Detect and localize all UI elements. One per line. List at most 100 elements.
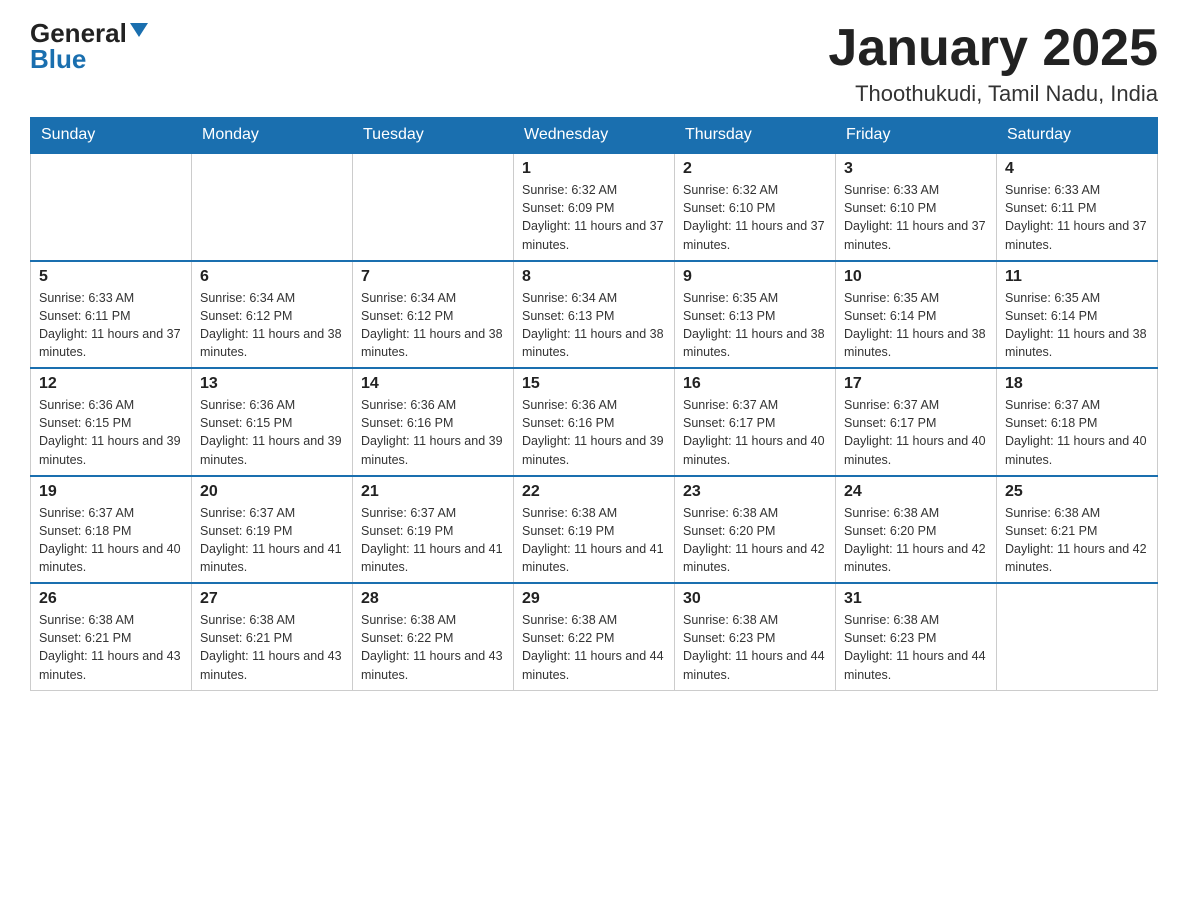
day-info: Sunrise: 6:34 AMSunset: 6:13 PMDaylight:… bbox=[522, 291, 664, 359]
day-number: 29 bbox=[522, 590, 666, 608]
day-number: 11 bbox=[1005, 268, 1149, 286]
day-number: 2 bbox=[683, 160, 827, 178]
title-area: January 2025 Thoothukudi, Tamil Nadu, In… bbox=[828, 20, 1158, 107]
calendar-cell: 3Sunrise: 6:33 AMSunset: 6:10 PMDaylight… bbox=[836, 153, 997, 261]
day-info: Sunrise: 6:35 AMSunset: 6:14 PMDaylight:… bbox=[1005, 291, 1147, 359]
calendar-cell: 10Sunrise: 6:35 AMSunset: 6:14 PMDayligh… bbox=[836, 261, 997, 369]
day-number: 13 bbox=[200, 375, 344, 393]
day-number: 7 bbox=[361, 268, 505, 286]
calendar-cell: 7 Sunrise: 6:34 AMSunset: 6:12 PMDaylight… bbox=[353, 261, 514, 369]
day-info: Sunrise: 6:37 AMSunset: 6:18 PMDaylight:… bbox=[1005, 398, 1147, 466]
day-number: 26 bbox=[39, 590, 183, 608]
header-friday: Friday bbox=[836, 118, 997, 154]
day-info: Sunrise: 6:38 AMSunset: 6:19 PMDaylight:… bbox=[522, 506, 664, 574]
day-number: 21 bbox=[361, 483, 505, 501]
day-info: Sunrise: 6:32 AMSunset: 6:09 PMDaylight:… bbox=[522, 183, 664, 251]
day-number: 19 bbox=[39, 483, 183, 501]
calendar-cell: 26 Sunrise: 6:38 AMSunset: 6:21 PMDayligh… bbox=[31, 583, 192, 690]
calendar-cell: 28 Sunrise: 6:38 AMSunset: 6:22 PMDayligh… bbox=[353, 583, 514, 690]
day-number: 8 bbox=[522, 268, 666, 286]
day-number: 17 bbox=[844, 375, 988, 393]
calendar-cell bbox=[192, 153, 353, 261]
calendar-cell: 25Sunrise: 6:38 AMSunset: 6:21 PMDayligh… bbox=[997, 476, 1158, 584]
calendar-cell: 21 Sunrise: 6:37 AMSunset: 6:19 PMDayligh… bbox=[353, 476, 514, 584]
calendar-cell: 29 Sunrise: 6:38 AMSunset: 6:22 PMDayligh… bbox=[514, 583, 675, 690]
day-info: Sunrise: 6:38 AMSunset: 6:22 PMDaylight:… bbox=[361, 613, 503, 681]
day-info: Sunrise: 6:38 AMSunset: 6:23 PMDaylight:… bbox=[683, 613, 825, 681]
day-number: 12 bbox=[39, 375, 183, 393]
calendar-cell: 15Sunrise: 6:36 AMSunset: 6:16 PMDayligh… bbox=[514, 368, 675, 476]
day-info: Sunrise: 6:38 AMSunset: 6:20 PMDaylight:… bbox=[844, 506, 986, 574]
day-info: Sunrise: 6:37 AMSunset: 6:19 PMDaylight:… bbox=[200, 506, 342, 574]
day-info: Sunrise: 6:35 AMSunset: 6:13 PMDaylight:… bbox=[683, 291, 825, 359]
calendar-cell: 19Sunrise: 6:37 AMSunset: 6:18 PMDayligh… bbox=[31, 476, 192, 584]
day-info: Sunrise: 6:36 AMSunset: 6:16 PMDaylight:… bbox=[361, 398, 503, 466]
day-info: Sunrise: 6:37 AMSunset: 6:17 PMDaylight:… bbox=[683, 398, 825, 466]
logo-triangle-icon bbox=[130, 23, 148, 37]
calendar-body: 1Sunrise: 6:32 AMSunset: 6:09 PMDaylight… bbox=[31, 153, 1158, 690]
calendar-cell: 6 Sunrise: 6:34 AMSunset: 6:12 PMDaylight… bbox=[192, 261, 353, 369]
day-number: 28 bbox=[361, 590, 505, 608]
calendar-header-row: SundayMondayTuesdayWednesdayThursdayFrid… bbox=[31, 118, 1158, 154]
calendar-cell: 31 Sunrise: 6:38 AMSunset: 6:23 PMDayligh… bbox=[836, 583, 997, 690]
day-info: Sunrise: 6:34 AMSunset: 6:12 PMDaylight:… bbox=[200, 291, 342, 359]
day-number: 30 bbox=[683, 590, 827, 608]
header-sunday: Sunday bbox=[31, 118, 192, 154]
day-info: Sunrise: 6:34 AMSunset: 6:12 PMDaylight:… bbox=[361, 291, 503, 359]
day-number: 14 bbox=[361, 375, 505, 393]
day-info: Sunrise: 6:36 AMSunset: 6:16 PMDaylight:… bbox=[522, 398, 664, 466]
week-row-4: 26 Sunrise: 6:38 AMSunset: 6:21 PMDayligh… bbox=[31, 583, 1158, 690]
calendar-subtitle: Thoothukudi, Tamil Nadu, India bbox=[828, 81, 1158, 107]
day-number: 20 bbox=[200, 483, 344, 501]
day-number: 4 bbox=[1005, 160, 1149, 178]
header-thursday: Thursday bbox=[675, 118, 836, 154]
calendar-cell bbox=[31, 153, 192, 261]
logo: General Blue bbox=[30, 20, 148, 72]
calendar-cell: 4 Sunrise: 6:33 AMSunset: 6:11 PMDaylight… bbox=[997, 153, 1158, 261]
calendar-table: SundayMondayTuesdayWednesdayThursdayFrid… bbox=[30, 117, 1158, 691]
day-number: 23 bbox=[683, 483, 827, 501]
day-number: 31 bbox=[844, 590, 988, 608]
calendar-cell: 2 Sunrise: 6:32 AMSunset: 6:10 PMDaylight… bbox=[675, 153, 836, 261]
calendar-cell: 23 Sunrise: 6:38 AMSunset: 6:20 PMDayligh… bbox=[675, 476, 836, 584]
day-number: 22 bbox=[522, 483, 666, 501]
calendar-cell bbox=[353, 153, 514, 261]
day-number: 27 bbox=[200, 590, 344, 608]
calendar-cell: 13 Sunrise: 6:36 AMSunset: 6:15 PMDayligh… bbox=[192, 368, 353, 476]
day-number: 9 bbox=[683, 268, 827, 286]
header-wednesday: Wednesday bbox=[514, 118, 675, 154]
calendar-cell: 16Sunrise: 6:37 AMSunset: 6:17 PMDayligh… bbox=[675, 368, 836, 476]
day-info: Sunrise: 6:32 AMSunset: 6:10 PMDaylight:… bbox=[683, 183, 825, 251]
calendar-header: SundayMondayTuesdayWednesdayThursdayFrid… bbox=[31, 118, 1158, 154]
header-monday: Monday bbox=[192, 118, 353, 154]
calendar-cell: 12 Sunrise: 6:36 AMSunset: 6:15 PMDayligh… bbox=[31, 368, 192, 476]
calendar-cell: 5 Sunrise: 6:33 AMSunset: 6:11 PMDaylight… bbox=[31, 261, 192, 369]
day-info: Sunrise: 6:38 AMSunset: 6:23 PMDaylight:… bbox=[844, 613, 986, 681]
calendar-cell bbox=[997, 583, 1158, 690]
day-info: Sunrise: 6:36 AMSunset: 6:15 PMDaylight:… bbox=[200, 398, 342, 466]
logo-blue-text: Blue bbox=[30, 46, 86, 72]
calendar-cell: 11 Sunrise: 6:35 AMSunset: 6:14 PMDayligh… bbox=[997, 261, 1158, 369]
day-number: 5 bbox=[39, 268, 183, 286]
day-info: Sunrise: 6:36 AMSunset: 6:15 PMDaylight:… bbox=[39, 398, 181, 466]
calendar-cell: 18Sunrise: 6:37 AMSunset: 6:18 PMDayligh… bbox=[997, 368, 1158, 476]
day-number: 24 bbox=[844, 483, 988, 501]
calendar-cell: 1Sunrise: 6:32 AMSunset: 6:09 PMDaylight… bbox=[514, 153, 675, 261]
day-info: Sunrise: 6:38 AMSunset: 6:21 PMDaylight:… bbox=[39, 613, 181, 681]
day-info: Sunrise: 6:33 AMSunset: 6:11 PMDaylight:… bbox=[39, 291, 181, 359]
day-info: Sunrise: 6:38 AMSunset: 6:20 PMDaylight:… bbox=[683, 506, 825, 574]
calendar-title: January 2025 bbox=[828, 20, 1158, 77]
day-number: 3 bbox=[844, 160, 988, 178]
calendar-cell: 22 Sunrise: 6:38 AMSunset: 6:19 PMDayligh… bbox=[514, 476, 675, 584]
day-info: Sunrise: 6:38 AMSunset: 6:22 PMDaylight:… bbox=[522, 613, 664, 681]
day-info: Sunrise: 6:38 AMSunset: 6:21 PMDaylight:… bbox=[200, 613, 342, 681]
calendar-cell: 17 Sunrise: 6:37 AMSunset: 6:17 PMDayligh… bbox=[836, 368, 997, 476]
header-saturday: Saturday bbox=[997, 118, 1158, 154]
day-info: Sunrise: 6:33 AMSunset: 6:11 PMDaylight:… bbox=[1005, 183, 1147, 251]
day-info: Sunrise: 6:37 AMSunset: 6:19 PMDaylight:… bbox=[361, 506, 503, 574]
day-info: Sunrise: 6:37 AMSunset: 6:17 PMDaylight:… bbox=[844, 398, 986, 466]
day-number: 6 bbox=[200, 268, 344, 286]
week-row-0: 1Sunrise: 6:32 AMSunset: 6:09 PMDaylight… bbox=[31, 153, 1158, 261]
week-row-3: 19Sunrise: 6:37 AMSunset: 6:18 PMDayligh… bbox=[31, 476, 1158, 584]
calendar-cell: 14 Sunrise: 6:36 AMSunset: 6:16 PMDayligh… bbox=[353, 368, 514, 476]
